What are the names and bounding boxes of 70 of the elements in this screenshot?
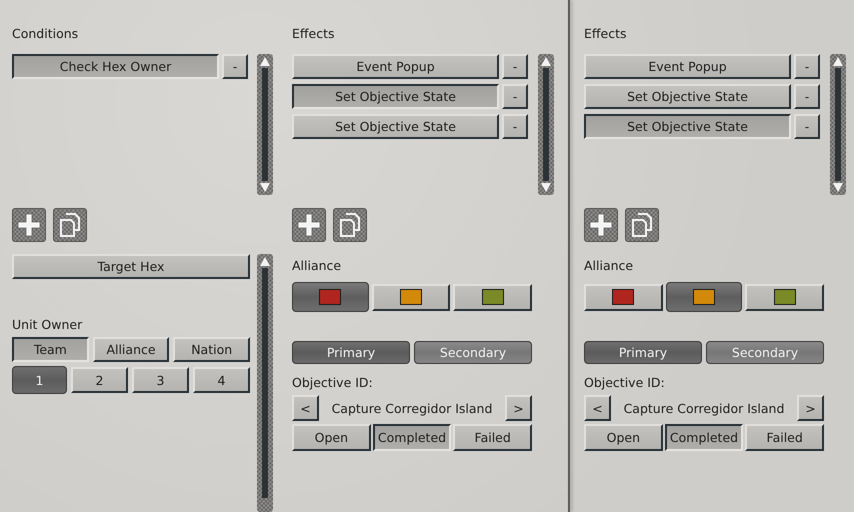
add-button[interactable] <box>584 208 618 242</box>
scrollbar[interactable] <box>830 54 846 195</box>
add-button[interactable] <box>12 208 46 242</box>
scrollbar[interactable] <box>257 54 273 195</box>
scroll-up-arrow-icon[interactable] <box>259 256 271 267</box>
state-button[interactable]: Open <box>292 424 371 451</box>
number-button[interactable]: 4 <box>193 367 250 393</box>
next-button[interactable]: > <box>505 395 532 421</box>
field-label: Objective ID: <box>584 375 666 390</box>
scroll-down-arrow-icon[interactable] <box>259 182 271 193</box>
remove-button[interactable]: - <box>502 114 528 139</box>
copy-icon <box>59 213 81 237</box>
scroll-up-arrow-icon[interactable] <box>540 56 552 67</box>
copy-button[interactable] <box>625 208 659 242</box>
add-button[interactable] <box>292 208 326 242</box>
remove-button[interactable]: - <box>794 54 820 79</box>
list-item-button[interactable]: Set Objective State <box>292 114 499 139</box>
list-item-button[interactable]: Event Popup <box>584 54 791 79</box>
scrollbar[interactable] <box>257 254 273 512</box>
copy-button[interactable] <box>53 208 87 242</box>
field-label: Alliance <box>584 258 634 273</box>
section-title: Effects <box>584 26 628 42</box>
list-item-button[interactable]: Event Popup <box>292 54 499 79</box>
remove-button[interactable]: - <box>502 84 528 109</box>
state-button[interactable]: Failed <box>745 424 824 451</box>
field-label: Objective ID: <box>292 375 374 390</box>
owner-mode-button[interactable]: Nation <box>173 337 250 362</box>
scroll-down-arrow-icon[interactable] <box>540 182 552 193</box>
plus-icon <box>589 213 613 237</box>
remove-button[interactable]: - <box>794 84 820 109</box>
objective-type-button[interactable]: Primary <box>584 341 702 364</box>
remove-button[interactable]: - <box>794 114 820 139</box>
state-button[interactable]: Completed <box>372 424 452 451</box>
scroll-down-arrow-icon[interactable] <box>832 182 844 193</box>
section-title: Conditions <box>12 26 80 42</box>
objective-name: Capture Corregidor Island <box>622 400 786 416</box>
objective-type-button[interactable]: Secondary <box>414 341 532 364</box>
objective-type-button[interactable]: Secondary <box>706 341 824 364</box>
copy-icon <box>631 213 653 237</box>
number-button[interactable]: 3 <box>132 367 189 393</box>
section-title: Effects <box>292 26 336 42</box>
copy-icon <box>339 213 361 237</box>
remove-button[interactable]: - <box>502 54 528 79</box>
plus-icon <box>17 213 41 237</box>
state-button[interactable]: Completed <box>664 424 744 451</box>
scroll-up-arrow-icon[interactable] <box>259 56 271 67</box>
objective-name: Capture Corregidor Island <box>330 400 494 416</box>
plus-icon <box>297 213 321 237</box>
number-button[interactable]: 1 <box>12 366 67 394</box>
scrollbar[interactable] <box>538 54 554 195</box>
number-button[interactable]: 2 <box>71 367 128 393</box>
owner-mode-button[interactable]: Team <box>12 337 89 362</box>
previous-button[interactable]: < <box>584 395 611 421</box>
objective-type-button[interactable]: Primary <box>292 341 410 364</box>
remove-button[interactable]: - <box>222 54 248 79</box>
state-button[interactable]: Open <box>584 424 663 451</box>
list-item-button[interactable]: Set Objective State <box>292 84 499 109</box>
list-item-button[interactable]: Set Objective State <box>584 84 791 109</box>
field-label: Unit Owner <box>12 317 84 332</box>
alliance-button[interactable] <box>666 282 742 312</box>
previous-button[interactable]: < <box>292 395 319 421</box>
copy-button[interactable] <box>333 208 367 242</box>
state-button[interactable]: Failed <box>453 424 532 451</box>
list-item-button[interactable]: Check Hex Owner <box>12 54 219 79</box>
field-label: Alliance <box>292 258 342 273</box>
next-button[interactable]: > <box>797 395 824 421</box>
list-item-button[interactable]: Set Objective State <box>584 114 791 139</box>
target-hex-button[interactable]: Target Hex <box>12 254 250 279</box>
owner-mode-button[interactable]: Alliance <box>92 337 170 362</box>
scroll-up-arrow-icon[interactable] <box>832 56 844 67</box>
